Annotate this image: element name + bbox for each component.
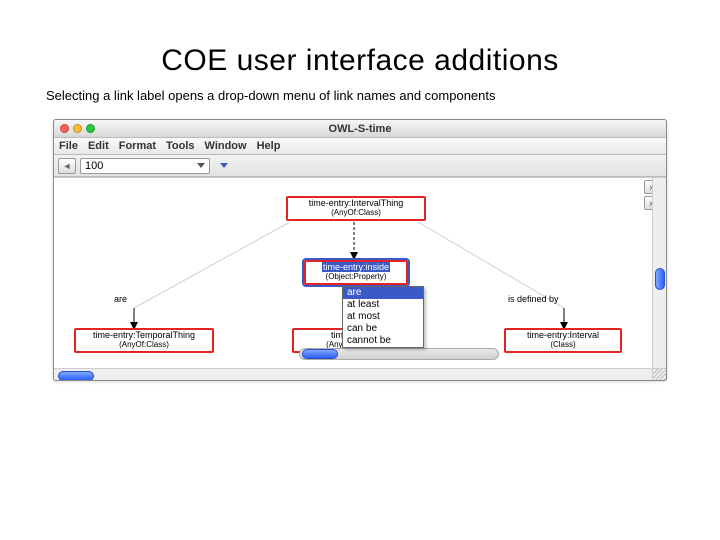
window-title: OWL-S-time (54, 123, 666, 135)
horizontal-scroll-thumb[interactable] (58, 371, 94, 381)
node-right-line2: (Class) (508, 341, 618, 350)
vertical-scrollbar[interactable] (652, 178, 666, 368)
link-label-left[interactable]: are (114, 294, 127, 304)
canvas[interactable]: xT xC time-entry:IntervalThing (AnyOf:Cl… (54, 177, 666, 381)
menu-file[interactable]: File (54, 140, 83, 152)
resize-grip-icon[interactable] (652, 368, 666, 381)
node-mid-line2: (Object:Property) (308, 273, 404, 282)
menubar: File Edit Format Tools Window Help (54, 138, 666, 155)
node-right[interactable]: time-entry:Interval (Class) (504, 328, 622, 353)
link-label-right[interactable]: is defined by (508, 294, 559, 304)
slide-title: COE user interface additions (44, 44, 676, 78)
menu-help[interactable]: Help (252, 140, 286, 152)
dd-item-atmost[interactable]: at most (343, 311, 423, 323)
nav-back-icon[interactable]: ◄ (58, 158, 76, 174)
node-middle-selected[interactable]: time-entry:inside (Object:Property) (304, 260, 408, 285)
dd-item-cannotbe[interactable]: cannot be (343, 335, 423, 347)
menu-edit[interactable]: Edit (83, 140, 114, 152)
node-left-line2: (AnyOf:Class) (78, 341, 210, 350)
node-top[interactable]: time-entry:IntervalThing (AnyOf:Class) (286, 196, 426, 221)
slide-subtitle: Selecting a link label opens a drop-down… (46, 88, 676, 103)
toolbar: ◄ 100 (54, 155, 666, 177)
vertical-scroll-thumb[interactable] (655, 268, 665, 290)
dd-item-canbe[interactable]: can be (343, 323, 423, 335)
zoom-select[interactable]: 100 (80, 158, 210, 174)
link-label-dropdown[interactable]: are at least at most can be cannot be (342, 286, 424, 348)
titlebar[interactable]: OWL-S-time (54, 120, 666, 138)
node-left[interactable]: time-entry:TemporalThing (AnyOf:Class) (74, 328, 214, 353)
chevron-down-icon[interactable] (197, 163, 205, 168)
menu-window[interactable]: Window (200, 140, 252, 152)
dd-item-are[interactable]: are (343, 287, 423, 299)
horizontal-scrollbar[interactable] (54, 368, 652, 381)
app-window: OWL-S-time File Edit Format Tools Window… (53, 119, 667, 381)
popup-icon[interactable] (220, 163, 228, 168)
dropdown-scrollbar[interactable] (299, 348, 499, 360)
dropdown-scroll-thumb[interactable] (302, 349, 338, 359)
zoom-value: 100 (85, 160, 103, 172)
dd-item-atleast[interactable]: at least (343, 299, 423, 311)
menu-format[interactable]: Format (114, 140, 161, 152)
menu-tools[interactable]: Tools (161, 140, 200, 152)
node-mid-line1: time-entry:inside (322, 262, 390, 272)
node-top-line2: (AnyOf:Class) (290, 209, 422, 218)
